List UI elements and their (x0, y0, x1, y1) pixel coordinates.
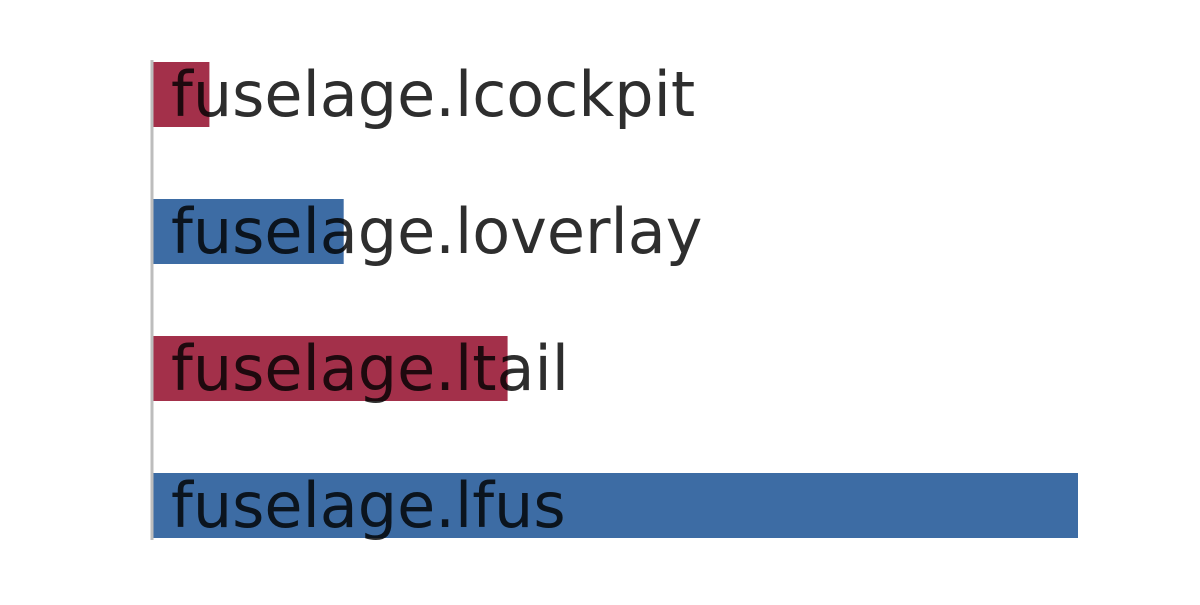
bar-label-1: fuselage.loverlay (171, 195, 702, 268)
bar-label-0: fuselage.lcockpit (171, 58, 695, 131)
bar-label-2: fuselage.ltail (171, 332, 569, 405)
bars-layer (152, 62, 1078, 538)
labels-layer: fuselage.lcockpit fuselage.loverlay fusela… (171, 58, 702, 542)
bar-chart: fuselage.lcockpit fuselage.loverlay fusela… (0, 0, 1200, 600)
bar-label-3: fuselage.lfus (171, 469, 566, 542)
chart-svg: fuselage.lcockpit fuselage.loverlay fusela… (150, 58, 1078, 542)
